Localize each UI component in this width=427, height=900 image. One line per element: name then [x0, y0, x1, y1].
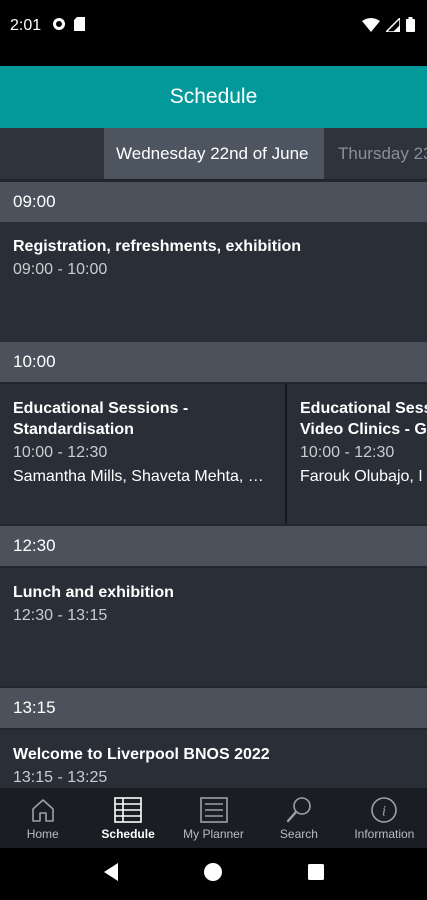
- nav-label: Home: [26, 827, 59, 841]
- time-slot-header: 12:30: [0, 526, 427, 566]
- back-icon[interactable]: [102, 862, 120, 887]
- info-icon: i: [369, 796, 399, 824]
- schedule-list[interactable]: 09:00 Registration, refreshments, exhibi…: [0, 180, 427, 788]
- nav-label: Information: [354, 827, 415, 841]
- home-icon: [28, 796, 58, 824]
- session-title: Standardisation: [13, 421, 134, 438]
- nav-home[interactable]: Home: [0, 788, 85, 848]
- session-card[interactable]: Educational Sessions - Standardisation 1…: [0, 384, 286, 524]
- schedule-grid-icon: [113, 796, 143, 824]
- session-card[interactable]: Educational Sess Video Clinics - G 10:00…: [287, 384, 427, 524]
- nav-search[interactable]: Search: [256, 788, 341, 848]
- signal-icon: [384, 15, 401, 37]
- session-title: Educational Sess: [300, 400, 427, 417]
- session-title: Video Clinics - G: [300, 421, 427, 438]
- wifi-icon: [362, 17, 380, 37]
- app-header: Schedule: [0, 66, 427, 128]
- session-title: Registration, refreshments, exhibition: [13, 238, 302, 255]
- session-time: 09:00 - 10:00: [13, 261, 108, 278]
- session-card[interactable]: Welcome to Liverpool BNOS 2022 13:15 - 1…: [0, 730, 427, 788]
- tab-wednesday[interactable]: Wednesday 22nd of June: [104, 128, 324, 179]
- sd-card-icon: [74, 17, 85, 36]
- session-title: Welcome to Liverpool BNOS 2022: [13, 746, 270, 763]
- day-tabs: Wednesday 22nd of June Thursday 23: [0, 128, 427, 180]
- gear-icon: [52, 17, 66, 36]
- bottom-nav: Home Schedule My Planner Search i Inform…: [0, 788, 427, 848]
- tab-thursday[interactable]: Thursday 23: [326, 128, 427, 179]
- session-title: Lunch and exhibition: [13, 584, 174, 601]
- session-time: 13:15 - 13:25: [13, 769, 108, 786]
- nav-schedule[interactable]: Schedule: [85, 788, 170, 848]
- time-slot-header: 13:15: [0, 688, 427, 728]
- session-time: 12:30 - 13:15: [13, 607, 108, 624]
- planner-list-icon: [199, 796, 229, 824]
- nav-information[interactable]: i Information: [342, 788, 427, 848]
- nav-my-planner[interactable]: My Planner: [171, 788, 256, 848]
- search-icon: [284, 796, 314, 824]
- session-title: Educational Sessions -: [13, 400, 189, 417]
- page-title: Schedule: [169, 85, 258, 108]
- session-time: 10:00 - 12:30: [300, 444, 395, 461]
- session-speakers: Farouk Olubajo, I: [300, 468, 423, 485]
- nav-label: My Planner: [183, 827, 244, 841]
- nav-label: Schedule: [101, 827, 155, 841]
- session-card[interactable]: Registration, refreshments, exhibition 0…: [0, 222, 427, 342]
- home-circle-icon[interactable]: [203, 862, 223, 887]
- system-nav-bar: [0, 848, 427, 900]
- time-slot-header: 09:00: [0, 182, 427, 222]
- session-card[interactable]: Lunch and exhibition 12:30 - 13:15: [0, 568, 427, 686]
- status-bar: 2:01: [0, 0, 427, 66]
- svg-text:i: i: [382, 804, 386, 820]
- nav-label: Search: [279, 827, 318, 841]
- time-slot-header: 10:00: [0, 342, 427, 382]
- session-speakers: Samantha Mills, Shaveta Mehta, …: [13, 468, 264, 485]
- session-time: 10:00 - 12:30: [13, 444, 108, 461]
- battery-icon: [406, 17, 415, 37]
- recents-icon[interactable]: [307, 863, 325, 886]
- status-time: 2:01: [10, 17, 42, 34]
